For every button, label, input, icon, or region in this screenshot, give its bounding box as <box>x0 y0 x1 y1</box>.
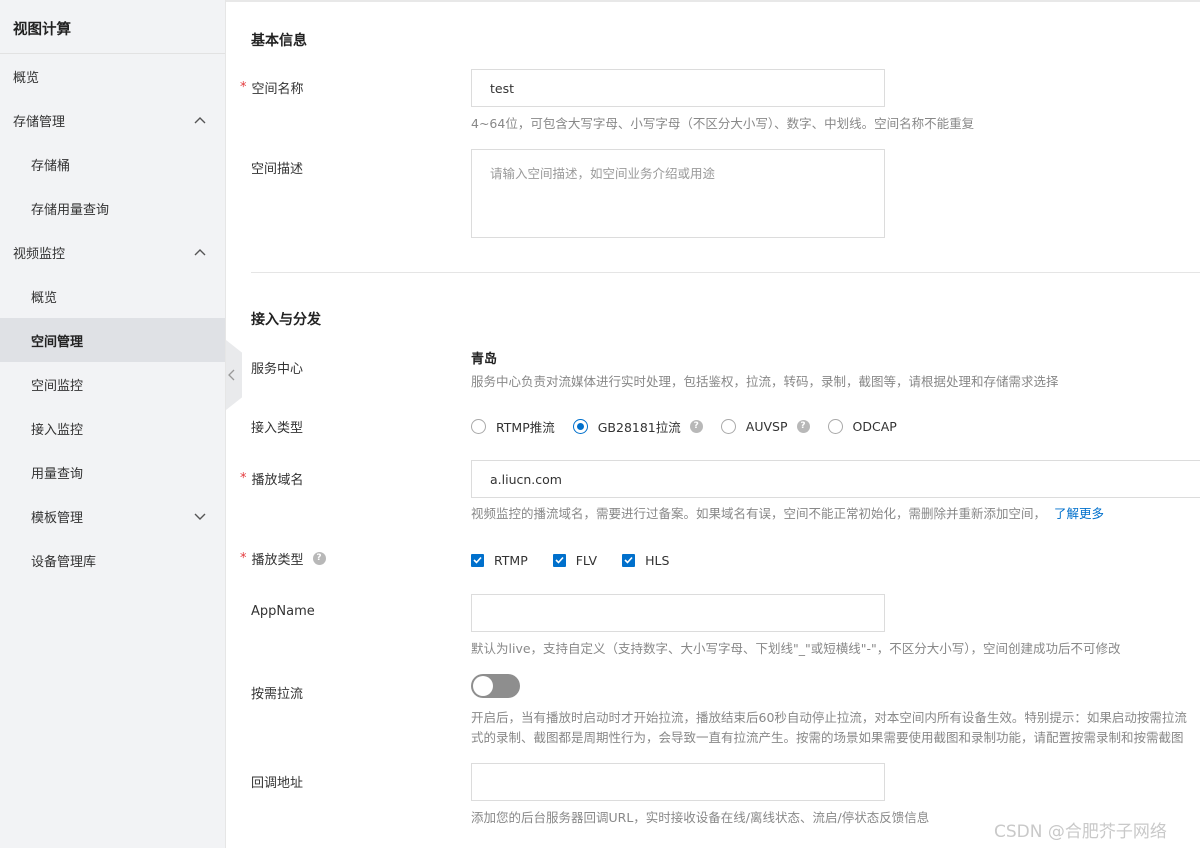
main-content: 基本信息 * 空间名称 4~64位，可包含大写字母、小写字母（不区分大小写）、数… <box>226 0 1200 848</box>
sidebar-item-space-monitoring[interactable]: 空间监控 <box>0 362 225 406</box>
play-domain-label-text: 播放域名 <box>251 473 304 488</box>
sidebar-item-video-monitoring[interactable]: 视频监控 <box>0 230 225 274</box>
appname-label-text: AppName <box>251 604 315 619</box>
play-type-label: * 播放类型 ? <box>240 549 326 568</box>
radio-label: ODCAP <box>852 418 897 434</box>
space-name-input[interactable] <box>471 69 885 107</box>
sidebar-item-label: 视频监控 <box>13 246 66 262</box>
section-title-access: 接入与分发 <box>251 312 321 328</box>
sidebar-item-usage-query[interactable]: 用量查询 <box>0 450 225 494</box>
radio-odcap[interactable]: ODCAP <box>827 418 897 434</box>
chevron-up-icon[interactable] <box>193 245 207 259</box>
access-type-label-text: 接入类型 <box>251 421 304 436</box>
space-desc-label-text: 空间描述 <box>251 162 304 177</box>
sidebar: 视图计算 概览 存储管理 存储桶 存储用量查询 视频监控 概览 空间管理 空间监… <box>0 0 226 848</box>
sidebar-item-label: 空间监控 <box>31 378 84 394</box>
space-desc-label: 空间描述 <box>251 158 303 177</box>
sidebar-item-label: 存储桶 <box>31 158 71 174</box>
sidebar-item-access-monitoring[interactable]: 接入监控 <box>0 406 225 450</box>
required-mark: * <box>240 551 247 566</box>
sidebar-item-overview[interactable]: 概览 <box>0 54 225 98</box>
checkbox-label: RTMP <box>494 552 528 568</box>
callback-url-label-text: 回调地址 <box>251 776 304 791</box>
radio-auvsp[interactable]: AUVSP ? <box>720 418 810 434</box>
chevron-down-icon[interactable] <box>193 509 207 523</box>
sidebar-item-label: 存储用量查询 <box>31 202 110 218</box>
required-mark: * <box>240 80 247 95</box>
play-type-checkbox-group: RTMP FLV HLS <box>471 551 694 569</box>
checkbox-rtmp[interactable]: RTMP <box>471 553 528 568</box>
required-mark: * <box>240 471 247 486</box>
service-center-value: 青岛 <box>471 352 498 367</box>
checkbox-hls[interactable]: HLS <box>622 553 669 568</box>
sidebar-item-label: 设备管理库 <box>31 554 97 570</box>
sidebar-item-label: 用量查询 <box>31 466 84 482</box>
appname-label: AppName <box>251 604 315 619</box>
radio-label: RTMP推流 <box>496 419 555 435</box>
help-icon[interactable]: ? <box>689 419 703 433</box>
toggle-knob <box>473 676 493 696</box>
help-icon[interactable]: ? <box>796 419 810 433</box>
on-demand-pull-toggle[interactable] <box>471 674 520 698</box>
sidebar-item-label: 空间管理 <box>31 334 84 350</box>
play-type-label-text: 播放类型 <box>251 553 304 568</box>
sidebar-item-label: 模板管理 <box>31 510 84 526</box>
space-name-label-text: 空间名称 <box>251 82 304 97</box>
sidebar-item-device-library[interactable]: 设备管理库 <box>0 538 225 582</box>
help-icon[interactable]: ? <box>312 552 326 565</box>
sidebar-item-label: 接入监控 <box>31 422 84 438</box>
play-domain-hint: 视频监控的播流域名，需要进行过备案。如果域名有误，空间不能正常初始化，需删除并重… <box>471 503 1104 522</box>
play-domain-hint-text: 视频监控的播流域名，需要进行过备案。如果域名有误，空间不能正常初始化，需删除并重… <box>471 506 1047 521</box>
appname-input[interactable] <box>471 594 885 632</box>
sidebar-item-template-management[interactable]: 模板管理 <box>0 494 225 538</box>
radio-button[interactable] <box>471 418 486 434</box>
radio-label: AUVSP <box>745 418 788 434</box>
on-demand-pull-label: 按需拉流 <box>251 683 303 702</box>
sidebar-item-buckets[interactable]: 存储桶 <box>0 142 225 186</box>
sidebar-item-label: 存储管理 <box>13 114 66 130</box>
learn-more-link[interactable]: 了解更多 <box>1054 506 1104 521</box>
sidebar-item-label: 概览 <box>31 290 58 306</box>
sidebar-title: 视图计算 <box>13 22 71 38</box>
chevron-up-icon[interactable] <box>193 113 207 127</box>
on-demand-pull-label-text: 按需拉流 <box>251 687 304 702</box>
sidebar-item-storage-usage[interactable]: 存储用量查询 <box>0 186 225 230</box>
radio-button[interactable] <box>720 418 736 434</box>
watermark: CSDN @合肥芥子网络 <box>994 822 1167 842</box>
sidebar-item-video-overview[interactable]: 概览 <box>0 274 225 318</box>
access-type-label: 接入类型 <box>251 417 303 436</box>
on-demand-hint-line-1: 开启后，当有播放时启动时才开始拉流，播放结束后60秒自动停止拉流，对本空间内所有… <box>471 710 1187 725</box>
callback-url-label: 回调地址 <box>251 772 303 791</box>
checkbox-label: FLV <box>575 552 598 568</box>
sidebar-item-label: 概览 <box>13 70 40 86</box>
section-title-basic-info: 基本信息 <box>251 33 307 49</box>
access-type-radio-group: RTMP推流 GB28181拉流 ? AUVSP ? ODCAP <box>471 416 915 436</box>
sidebar-item-storage-management[interactable]: 存储管理 <box>0 98 225 142</box>
appname-hint: 默认为live，支持自定义（支持数字、大小写字母、下划线"_"或短横线"-"，不… <box>471 641 1121 656</box>
service-center-label-text: 服务中心 <box>251 362 304 377</box>
space-name-hint: 4~64位，可包含大写字母、小写字母（不区分大小写）、数字、中划线。空间名称不能… <box>471 116 975 131</box>
space-name-label: * 空间名称 <box>240 78 304 97</box>
checkbox-checked-icon[interactable] <box>622 553 636 567</box>
checkbox-flv[interactable]: FLV <box>552 552 598 568</box>
radio-label: GB28181拉流 <box>597 419 681 435</box>
sidebar-item-space-management[interactable]: 空间管理 <box>0 318 225 362</box>
on-demand-hint-line-2: 式的录制、截图都是周期性行为，会导致一直有拉流产生。按需的场景如果需要使用截图和… <box>471 730 1184 745</box>
callback-url-hint: 添加您的后台服务器回调URL，实时接收设备在线/离线状态、流启/停状态反馈信息 <box>471 810 930 825</box>
play-domain-input[interactable] <box>471 460 1200 498</box>
callback-url-input[interactable] <box>471 763 885 801</box>
on-demand-pull-hint: 开启后，当有播放时启动时才开始拉流，播放结束后60秒自动停止拉流，对本空间内所有… <box>471 708 1200 748</box>
play-domain-label: * 播放域名 <box>240 469 304 488</box>
service-center-label: 服务中心 <box>251 358 303 377</box>
checkbox-checked-icon[interactable] <box>552 553 566 567</box>
radio-rtmp-push[interactable]: RTMP推流 <box>471 417 555 436</box>
section-divider <box>251 272 1200 273</box>
space-desc-textarea[interactable] <box>471 149 885 238</box>
checkbox-label: HLS <box>645 552 670 568</box>
service-center-hint: 服务中心负责对流媒体进行实时处理，包括鉴权，拉流，转码，录制，截图等，请根据处理… <box>471 374 1059 389</box>
radio-button-checked[interactable] <box>572 418 588 434</box>
checkbox-checked-icon[interactable] <box>471 553 484 567</box>
radio-button[interactable] <box>827 418 843 434</box>
radio-gb28181-pull[interactable]: GB28181拉流 ? <box>572 417 703 436</box>
